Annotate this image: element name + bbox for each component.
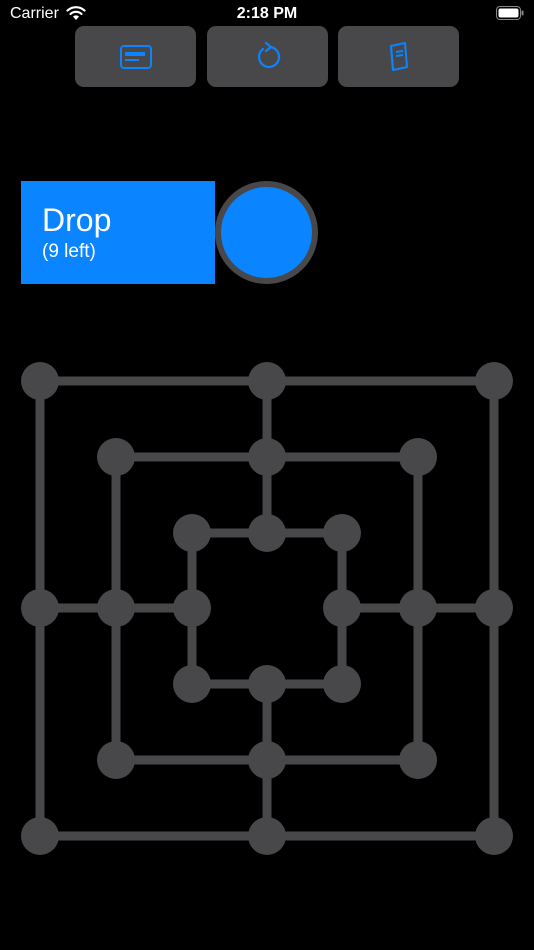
action-label: Drop xyxy=(42,202,112,238)
board-point[interactable] xyxy=(248,665,286,703)
board-point[interactable] xyxy=(248,362,286,400)
board-point[interactable] xyxy=(97,438,135,476)
board-point[interactable] xyxy=(248,514,286,552)
board-point[interactable] xyxy=(21,817,59,855)
rules-button[interactable] xyxy=(338,26,459,87)
clock: 2:18 PM xyxy=(236,5,298,22)
board-point[interactable] xyxy=(323,514,361,552)
undo-icon xyxy=(257,41,280,68)
board-point[interactable] xyxy=(173,665,211,703)
board-point[interactable] xyxy=(21,589,59,627)
board-point[interactable] xyxy=(248,817,286,855)
board-point[interactable] xyxy=(475,589,513,627)
board-point[interactable] xyxy=(173,589,211,627)
board-point[interactable] xyxy=(399,438,437,476)
pieces-left-label: (9 left) xyxy=(42,241,96,262)
status-button[interactable] xyxy=(75,26,196,87)
board-point[interactable] xyxy=(475,362,513,400)
board-point[interactable] xyxy=(97,741,135,779)
board-point[interactable] xyxy=(97,589,135,627)
board-point[interactable] xyxy=(248,438,286,476)
board-point[interactable] xyxy=(323,665,361,703)
card-icon xyxy=(119,44,152,69)
action-panel: Drop (9 left) xyxy=(21,181,215,284)
board-point[interactable] xyxy=(399,589,437,627)
board-point[interactable] xyxy=(475,817,513,855)
board-point[interactable] xyxy=(399,741,437,779)
battery-icon xyxy=(496,6,524,20)
book-icon xyxy=(389,41,408,71)
game-board[interactable] xyxy=(0,340,534,880)
undo-button[interactable] xyxy=(207,26,328,87)
board-point[interactable] xyxy=(248,741,286,779)
board-point[interactable] xyxy=(173,514,211,552)
board-point[interactable] xyxy=(21,362,59,400)
current-player-piece xyxy=(215,181,318,284)
board-point[interactable] xyxy=(323,589,361,627)
